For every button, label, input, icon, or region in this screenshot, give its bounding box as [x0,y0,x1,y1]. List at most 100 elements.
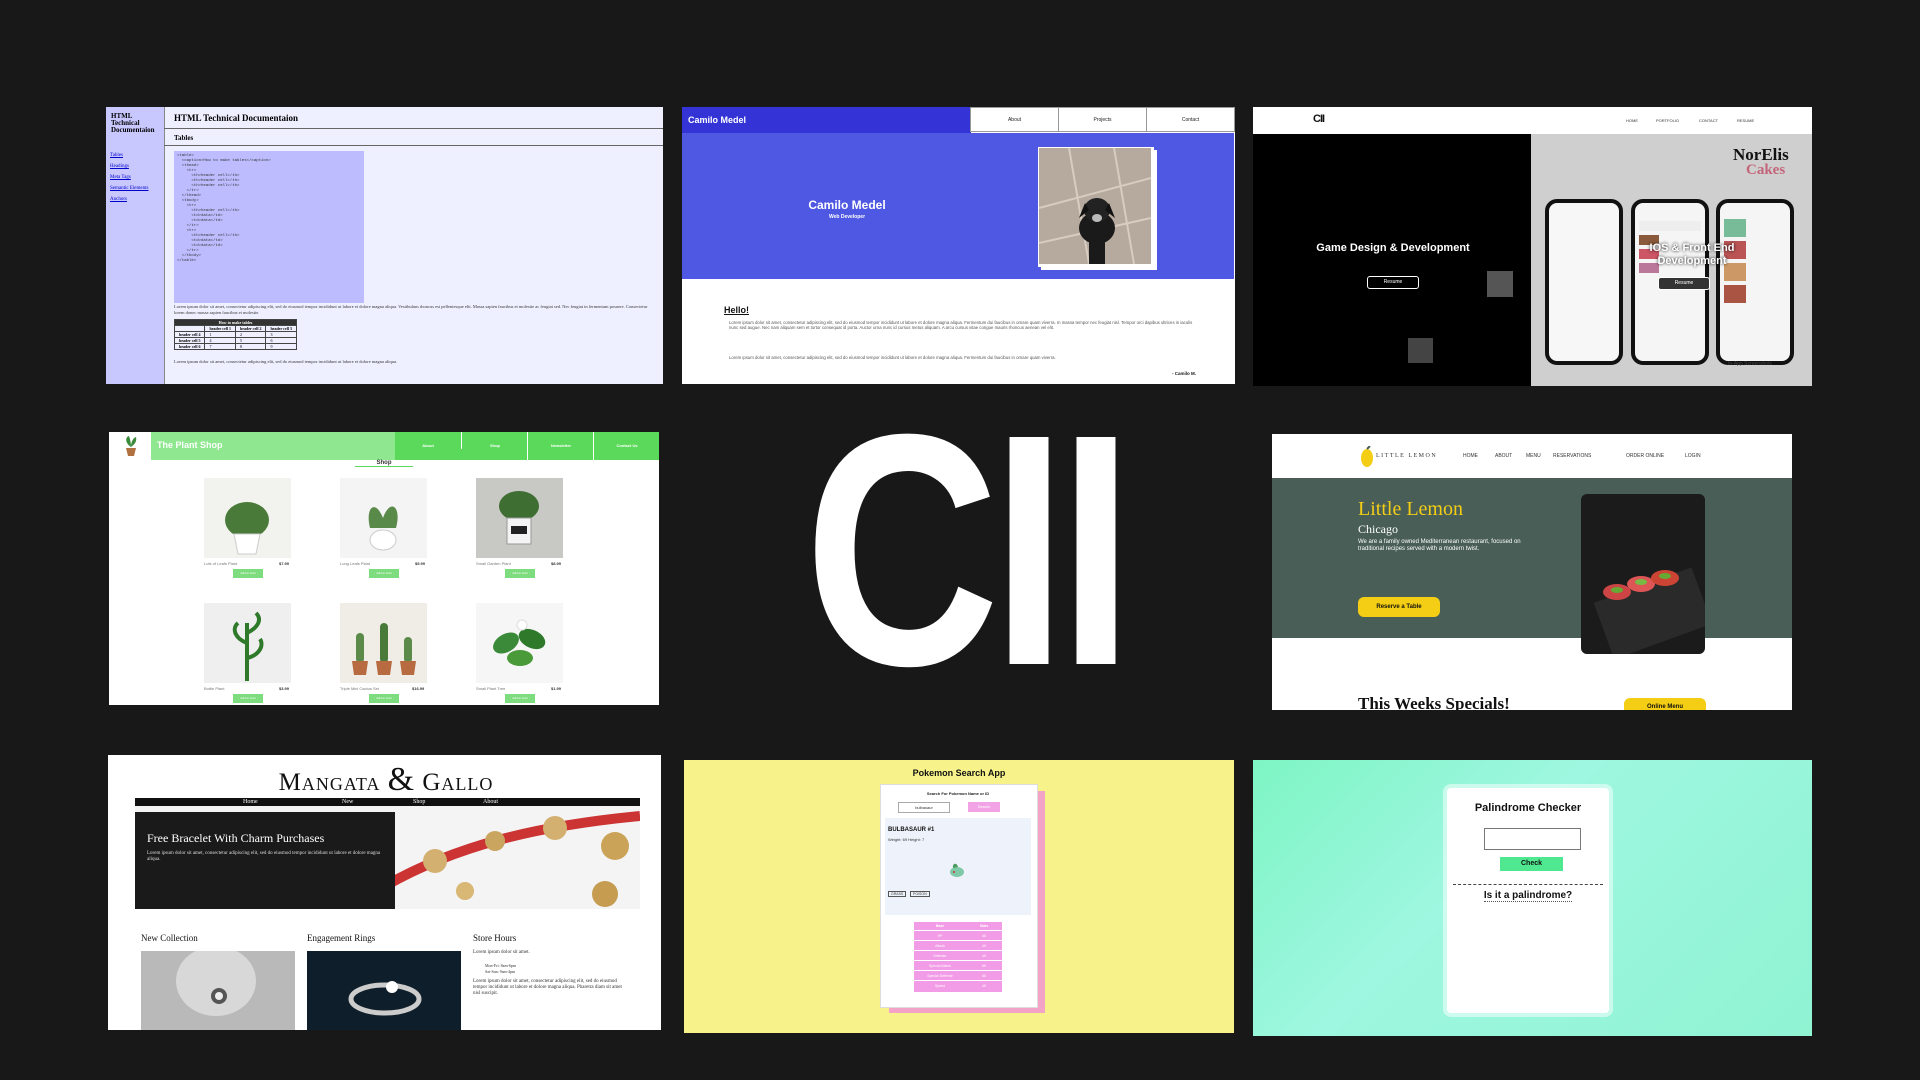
hero-role: Web Developer [828,214,866,220]
product-name: Long Leafs Plant [340,561,371,566]
checker-title: Palindrome Checker [1474,802,1582,814]
nav-shop[interactable]: Shop [461,432,528,449]
nav-order-online[interactable]: ORDER ONLINE [1626,453,1664,459]
product-price: $7.99 [279,561,290,566]
thumbnail-mangata-gallo[interactable]: Mangata & Gallo Home New Shop About Free… [108,755,661,1030]
app-title: Pokemon Search App [912,768,1006,778]
search-button[interactable]: Search [968,802,1000,812]
nav-shop[interactable]: Shop [413,798,425,806]
game-panel [1253,134,1531,386]
logo[interactable]: CII [1313,113,1325,125]
thumbnail-cii-portfolio[interactable]: CII HOME PORTFOLIO CONTACT RESUME Game D… [1253,107,1812,386]
divider [1453,884,1603,885]
palindrome-input[interactable] [1484,828,1581,850]
nav-contact[interactable]: Contact [1146,107,1235,132]
product-price: $8.99 [551,561,562,566]
add-to-cart-button[interactable]: Add to Cart [233,569,263,578]
product-image[interactable] [476,603,563,683]
resume-button[interactable]: Resume [1367,276,1419,289]
nav-login[interactable]: LOGIN [1685,453,1701,459]
pokemon-stats-line: Weight: 69 Height: 7 [888,837,925,842]
cii-center-logo: CII [804,365,1133,734]
table-cell: header cell 5 [173,337,206,344]
stat-name: Speed [914,980,966,991]
nav-about[interactable]: ABOUT [1495,453,1512,459]
table-cell: header cell 6 [173,343,206,350]
table-cell: 7 [204,343,236,350]
search-input[interactable]: bulbasaur [898,802,950,813]
thumbnail-camilo-portfolio[interactable]: Camilo Medel About Projects Contact Cami… [682,107,1235,384]
online-menu-button[interactable]: Online Menu [1624,698,1706,710]
thumbnail-plant-shop[interactable]: The Plant Shop About Shop Newsletter Con… [109,432,659,705]
product-name: Bottle Plant [204,686,225,691]
promo-text: Lorem ipsum dolor sit amet, consectetur … [147,851,381,862]
check-button[interactable]: Check [1500,857,1563,871]
add-to-cart-button[interactable]: Add to Cart [369,569,399,578]
nav-reservations[interactable]: RESERVATIONS [1553,453,1591,459]
brand-word: Gallo [422,769,494,796]
nav-contact[interactable]: Contact Us [593,432,659,460]
nav-home[interactable]: Home [243,798,258,806]
doc-paragraph: Lorem ipsum dolor sit amet, consectetur … [174,304,648,315]
product-image[interactable] [204,478,291,558]
thumbnail-palindrome-checker[interactable]: Palindrome Checker Check Is it a palindr… [1253,760,1812,1036]
thumbnail-pokemon-search[interactable]: Pokemon Search App Search For Pokemon Na… [684,760,1234,1033]
nav-home[interactable]: HOME [1463,453,1478,459]
reserve-button[interactable]: Reserve a Table [1358,597,1440,617]
product-image[interactable] [340,478,427,558]
product-price: $1.99 [551,686,562,691]
about-paragraph: Lorem ipsum dolor sit amet, consectetur … [729,320,1193,330]
hours-intro: Lorem ipsum dolor sit amet. [473,950,530,955]
nav-link[interactable]: Headings [110,161,148,172]
store-hours-heading: Store Hours [473,933,517,943]
add-to-cart-button[interactable]: Add to Cart [505,569,535,578]
resume-button[interactable]: Resume [1658,277,1710,290]
add-to-cart-button[interactable]: Add to Cart [505,694,535,703]
about-paragraph: Lorem ipsum dolor sit amet, consectetur … [729,355,1056,360]
hero-title: Little Lemon [1358,498,1463,520]
nav-resume[interactable]: RESUME [1737,118,1754,123]
product-image[interactable] [204,603,291,683]
divider [164,145,663,146]
nav-link[interactable]: Meta Tags [110,172,148,183]
add-to-cart-button[interactable]: Add to Cart [369,694,399,703]
type-badge: POISON [910,891,930,897]
brand[interactable]: The Plant Shop [157,440,223,450]
add-to-cart-button[interactable]: Add to Cart [233,694,263,703]
logo[interactable]: LITTLE LEMON [1376,453,1437,459]
nav-portfolio[interactable]: PORTFOLIO [1656,118,1679,123]
product-image[interactable] [340,603,427,683]
phone-mockup [1545,199,1623,365]
nav-about[interactable]: About [395,443,461,448]
nav-link[interactable]: Anchors [110,194,148,205]
table-cell: header cell 4 [173,331,206,338]
table-cell: 9 [265,343,297,350]
table-row: header cell 6789 [173,343,297,350]
nav-about[interactable]: About [970,107,1059,132]
brand[interactable]: Camilo Medel [682,107,971,133]
game-title: Game Design & Development [1316,242,1470,254]
cakes-brand: Cakes [1746,162,1786,178]
nav-menu[interactable]: MENU [1526,453,1541,459]
dog-photo [1039,148,1151,264]
thumbnail-little-lemon[interactable]: LITTLE LEMON HOME ABOUT MENU RESERVATION… [1272,434,1792,710]
nav-link[interactable]: Semantic Elements [110,183,148,194]
nav-projects[interactable]: Projects [1058,107,1147,132]
plant-logo-icon [126,436,137,456]
nav-newsletter[interactable]: Newsletter [527,432,594,460]
brand-word: Mangata [278,769,381,796]
table-header: header cell 1 [204,325,236,332]
nav-contact[interactable]: CONTACT [1699,118,1718,123]
hours-line: Sat-Sun: 9am-4pm [485,969,516,974]
nav-about[interactable]: About [483,798,498,806]
hours-line: Mon-Fri: 8am-6pm [485,963,516,968]
hero-section [1272,478,1792,638]
nav-link[interactable]: Tables [110,150,148,161]
product-image[interactable] [476,478,563,558]
new-collection-heading: New Collection [141,933,198,943]
game-block [1487,271,1513,297]
nav-new[interactable]: New [342,798,353,806]
sidebar-title: HTML Technical Documentaion [111,112,155,134]
nav-home[interactable]: HOME [1626,118,1638,123]
thumbnail-html-docs[interactable]: HTML Technical Documentaion Tables Headi… [106,107,663,384]
